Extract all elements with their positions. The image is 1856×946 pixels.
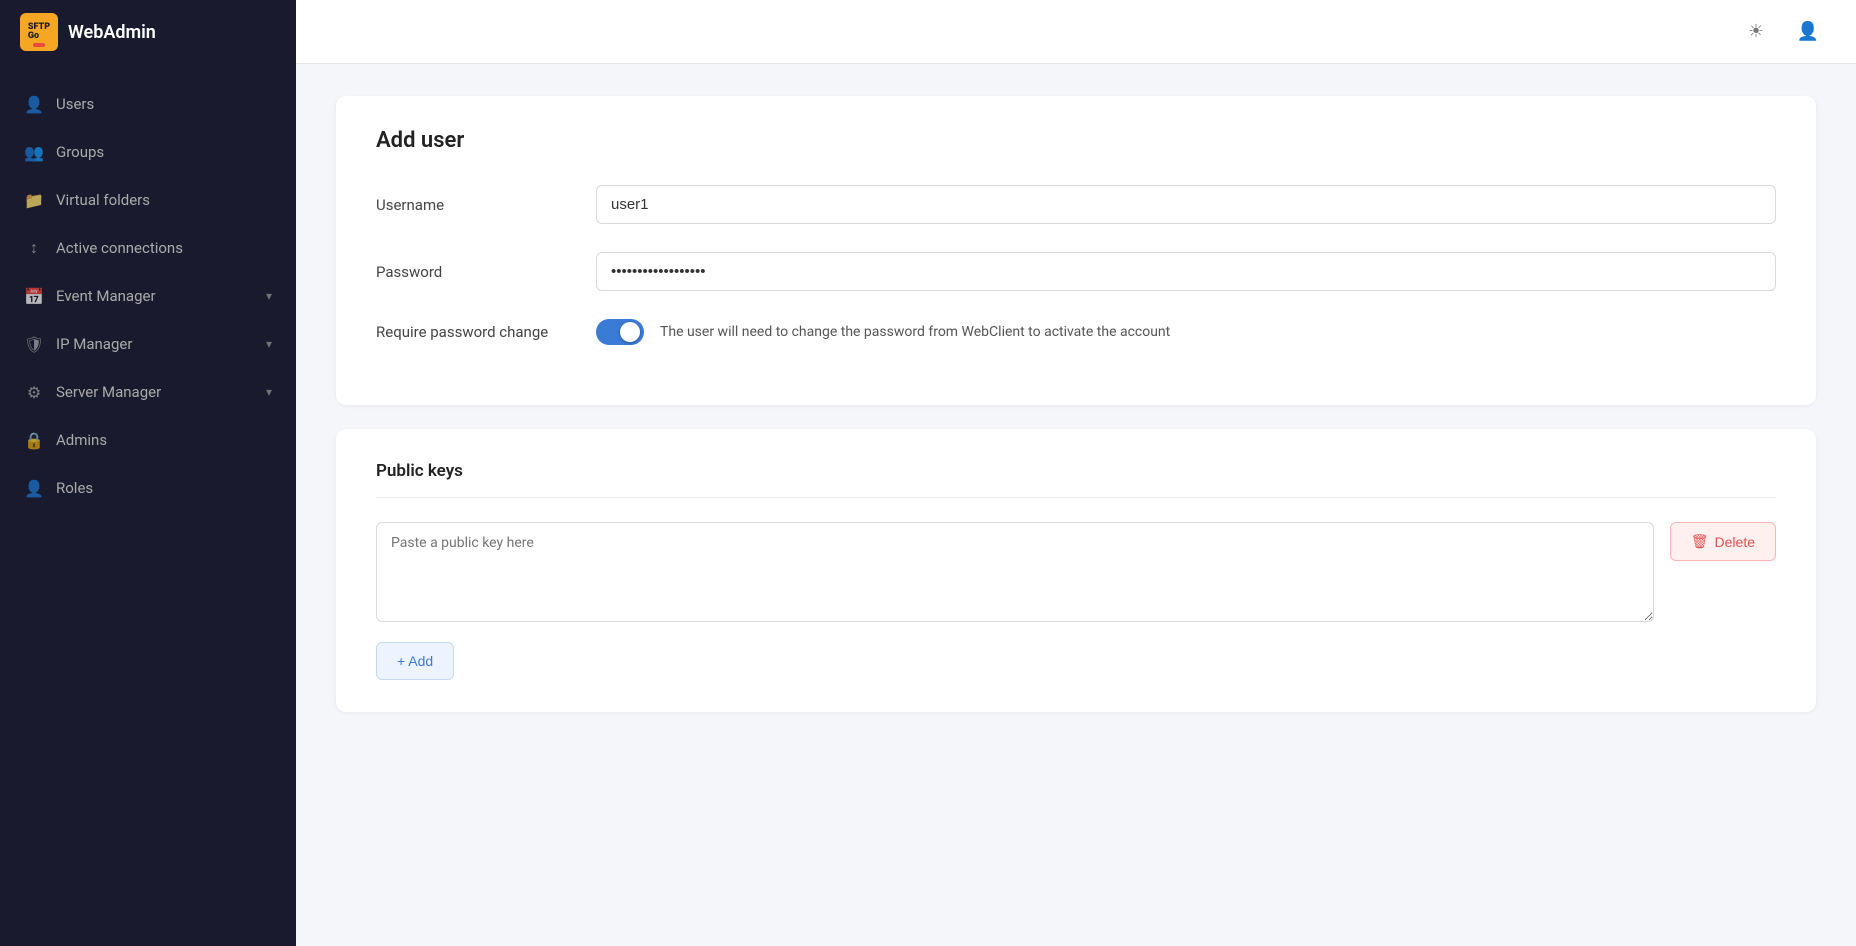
- sidebar-item-label: Active connections: [56, 239, 183, 257]
- sidebar-item-roles[interactable]: 👤 Roles: [0, 464, 296, 512]
- toggle-thumb: [620, 322, 640, 342]
- sidebar-item-label: Event Manager: [56, 287, 156, 305]
- sidebar-item-label: Roles: [56, 479, 93, 497]
- users-icon: 👤: [24, 94, 44, 114]
- sun-icon: ☀: [1748, 21, 1764, 42]
- sidebar-item-label: Admins: [56, 431, 107, 449]
- server-icon: ⚙: [24, 382, 44, 402]
- sidebar-item-groups[interactable]: 👥 Groups: [0, 128, 296, 176]
- sidebar-item-users[interactable]: 👤 Users: [0, 80, 296, 128]
- username-input[interactable]: [596, 185, 1776, 224]
- sidebar-item-label: IP Manager: [56, 335, 132, 353]
- require-password-toggle-row: The user will need to change the passwor…: [596, 319, 1170, 345]
- user-icon: 👤: [1797, 21, 1819, 42]
- shield-icon: 🛡: [24, 334, 44, 354]
- topbar: ☀ 👤: [296, 0, 1856, 64]
- page-content: Add user Username Password Require passw…: [296, 64, 1856, 946]
- username-label: Username: [376, 196, 596, 214]
- sidebar-item-label: Virtual folders: [56, 191, 150, 209]
- theme-toggle-button[interactable]: ☀: [1740, 16, 1772, 48]
- user-profile-button[interactable]: 👤: [1792, 16, 1824, 48]
- password-label: Password: [376, 263, 596, 281]
- sidebar-logo: SFTPGo WebAdmin: [0, 0, 296, 64]
- chevron-down-icon: ▾: [266, 337, 272, 351]
- password-input[interactable]: [596, 252, 1776, 291]
- role-icon: 👤: [24, 478, 44, 498]
- require-password-label: Require password change: [376, 323, 596, 341]
- folder-icon: 📁: [24, 190, 44, 210]
- sidebar-item-event-manager[interactable]: 📅 Event Manager ▾: [0, 272, 296, 320]
- delete-label: Delete: [1715, 534, 1755, 550]
- delete-key-button[interactable]: 🗑 Delete: [1670, 522, 1776, 561]
- add-key-button[interactable]: + Add: [376, 642, 454, 680]
- lock-icon: 🔒: [24, 430, 44, 450]
- require-password-description: The user will need to change the passwor…: [660, 324, 1170, 340]
- sidebar-item-active-connections[interactable]: ↕ Active connections: [0, 224, 296, 272]
- chevron-down-icon: ▾: [266, 289, 272, 303]
- sidebar-item-label: Server Manager: [56, 383, 161, 401]
- require-password-row: Require password change The user will ne…: [376, 319, 1776, 345]
- public-key-textarea[interactable]: [376, 522, 1654, 622]
- password-row: Password: [376, 252, 1776, 291]
- public-keys-title: Public keys: [376, 461, 1776, 498]
- sidebar-nav: 👤 Users 👥 Groups 📁 Virtual folders ↕ Act…: [0, 64, 296, 946]
- sidebar-item-server-manager[interactable]: ⚙ Server Manager ▾: [0, 368, 296, 416]
- sidebar-item-admins[interactable]: 🔒 Admins: [0, 416, 296, 464]
- main-area: ☀ 👤 Add user Username Password Require p…: [296, 0, 1856, 946]
- sidebar-item-virtual-folders[interactable]: 📁 Virtual folders: [0, 176, 296, 224]
- sidebar-item-label: Groups: [56, 143, 104, 161]
- require-password-toggle[interactable]: [596, 319, 644, 345]
- chevron-down-icon: ▾: [266, 385, 272, 399]
- public-keys-card: Public keys 🗑 Delete + Add: [336, 429, 1816, 712]
- logo-icon: SFTPGo: [20, 13, 58, 51]
- page-title: Add user: [376, 128, 1776, 153]
- sidebar-item-label: Users: [56, 95, 94, 113]
- add-label: + Add: [397, 653, 433, 669]
- toggle-track: [596, 319, 644, 345]
- sidebar: SFTPGo WebAdmin 👤 Users 👥 Groups 📁 Virtu…: [0, 0, 296, 946]
- add-user-card: Add user Username Password Require passw…: [336, 96, 1816, 405]
- trash-icon: 🗑: [1691, 533, 1709, 550]
- calendar-icon: 📅: [24, 286, 44, 306]
- app-title: WebAdmin: [68, 22, 156, 43]
- sidebar-item-ip-manager[interactable]: 🛡 IP Manager ▾: [0, 320, 296, 368]
- connections-icon: ↕: [24, 238, 44, 258]
- groups-icon: 👥: [24, 142, 44, 162]
- username-row: Username: [376, 185, 1776, 224]
- public-key-row: 🗑 Delete: [376, 522, 1776, 622]
